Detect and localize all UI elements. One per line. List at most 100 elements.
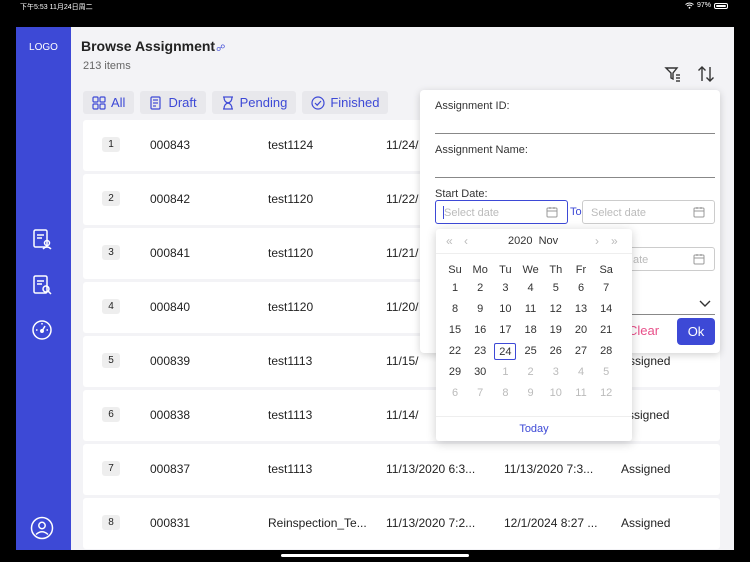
tab-all[interactable]: All bbox=[83, 91, 135, 114]
row-status: ssigned bbox=[628, 408, 670, 422]
calendar-day[interactable]: 5 bbox=[545, 280, 567, 297]
text-caret bbox=[443, 206, 444, 219]
calendar-day[interactable]: 10 bbox=[494, 301, 516, 318]
app-screen: LOGO Browse Assignment☍ 213 items All Dr… bbox=[16, 27, 734, 550]
row-name: test1124 bbox=[268, 138, 314, 152]
calendar-day: 1 bbox=[502, 366, 509, 378]
calendar-day: 8 bbox=[502, 387, 509, 399]
tab-draft[interactable]: Draft bbox=[140, 91, 206, 114]
hourglass-icon bbox=[222, 95, 233, 110]
table-row[interactable]: 7 000837 test1113 11/13/2020 6:3... 11/1… bbox=[83, 444, 720, 495]
row-start-date: 11/13/2020 7:2... bbox=[386, 516, 476, 530]
calendar-day: 6 bbox=[451, 387, 459, 399]
calendar-day[interactable]: 18 bbox=[520, 322, 542, 339]
calendar-month[interactable]: Nov bbox=[539, 235, 559, 247]
battery-fill bbox=[716, 4, 726, 7]
home-indicator bbox=[281, 554, 469, 557]
calendar-day-today[interactable]: 24 bbox=[494, 343, 517, 360]
row-name: test1120 bbox=[268, 246, 314, 260]
sidebar: LOGO bbox=[16, 27, 71, 550]
assignment-user-icon[interactable] bbox=[30, 227, 54, 251]
row-start-date: 11/21/ bbox=[386, 246, 419, 260]
calendar-day[interactable]: 7 bbox=[595, 280, 617, 297]
calendar-day[interactable]: 6 bbox=[570, 280, 592, 297]
calendar-day: 9 bbox=[527, 387, 534, 399]
date-picker-header: « ‹ 2020 Nov › » bbox=[436, 229, 632, 254]
start-date-to-input[interactable]: Select date bbox=[582, 200, 715, 224]
row-id: 000839 bbox=[150, 354, 191, 368]
calendar-day[interactable]: 2 bbox=[469, 280, 491, 297]
calendar-day[interactable]: 17 bbox=[494, 322, 516, 339]
calendar-day[interactable]: 13 bbox=[570, 301, 592, 318]
today-button[interactable]: Today bbox=[436, 416, 632, 441]
row-id: 000843 bbox=[150, 138, 191, 152]
calendar-day[interactable]: 14 bbox=[595, 301, 617, 318]
row-name: test1113 bbox=[268, 408, 313, 422]
calendar-day: 7 bbox=[477, 387, 484, 399]
weekday-label: We bbox=[522, 264, 539, 276]
start-date-from-input[interactable]: Select date bbox=[435, 200, 568, 224]
calendar-day[interactable]: 26 bbox=[545, 343, 567, 360]
document-icon bbox=[150, 95, 162, 110]
assignment-name-input[interactable] bbox=[435, 177, 715, 178]
status-select-underline bbox=[620, 314, 715, 315]
clear-button[interactable]: Clear bbox=[628, 323, 659, 338]
row-number: 3 bbox=[102, 245, 120, 260]
sort-icon[interactable] bbox=[697, 65, 715, 83]
tab-pending-label: Pending bbox=[239, 95, 288, 110]
calendar-day[interactable]: 3 bbox=[494, 280, 516, 297]
row-status: Assigned bbox=[621, 462, 671, 476]
assignment-id-input[interactable] bbox=[435, 133, 715, 134]
prev-year-button[interactable]: « bbox=[446, 234, 453, 248]
next-month-button[interactable]: › bbox=[595, 234, 599, 248]
calendar-day[interactable]: 8 bbox=[444, 301, 466, 318]
tab-pending[interactable]: Pending bbox=[211, 91, 297, 114]
row-end-date: 12/1/2024 8:27 ... bbox=[504, 516, 598, 530]
row-start-date: 11/15/ bbox=[386, 354, 419, 368]
row-number: 2 bbox=[102, 191, 120, 206]
calendar-day[interactable]: 27 bbox=[570, 343, 592, 360]
user-profile-icon[interactable] bbox=[30, 516, 54, 540]
calendar-day[interactable]: 23 bbox=[469, 343, 491, 360]
calendar-day[interactable]: 11 bbox=[520, 301, 542, 318]
calendar-icon bbox=[693, 254, 705, 265]
calendar-day[interactable]: 21 bbox=[595, 322, 617, 339]
calendar-day: 4 bbox=[577, 366, 585, 378]
weekday-label: Fr bbox=[575, 264, 587, 276]
calendar-day[interactable]: 16 bbox=[469, 322, 491, 339]
page-title: Browse Assignment☍ bbox=[81, 38, 225, 54]
filter-icon[interactable] bbox=[664, 65, 682, 83]
link-icon[interactable]: ☍ bbox=[216, 43, 225, 54]
calendar-day[interactable]: 25 bbox=[520, 343, 542, 360]
chevron-down-icon[interactable] bbox=[698, 298, 712, 310]
start-date-label: Start Date: bbox=[435, 188, 488, 200]
row-start-date: 11/13/2020 6:3... bbox=[386, 462, 476, 476]
calendar-day[interactable]: 29 bbox=[444, 364, 466, 381]
weekday-label: Su bbox=[448, 264, 462, 276]
calendar-day[interactable]: 22 bbox=[444, 343, 466, 360]
calendar-day[interactable]: 15 bbox=[444, 322, 466, 339]
calendar-day[interactable]: 9 bbox=[469, 301, 491, 318]
start-date-to-placeholder: Select date bbox=[591, 207, 647, 219]
calendar-day[interactable]: 1 bbox=[444, 280, 466, 297]
ok-button[interactable]: Ok bbox=[677, 318, 715, 345]
prev-month-button[interactable]: ‹ bbox=[464, 234, 468, 248]
calendar-day[interactable]: 20 bbox=[570, 322, 592, 339]
calendar-year[interactable]: 2020 bbox=[508, 235, 532, 247]
row-id: 000840 bbox=[150, 300, 191, 314]
calendar-day[interactable]: 12 bbox=[545, 301, 567, 318]
assignment-id-label: Assignment ID: bbox=[435, 100, 510, 112]
dashboard-gauge-icon[interactable] bbox=[30, 318, 54, 342]
assignment-search-icon[interactable] bbox=[30, 273, 54, 297]
tab-draft-label: Draft bbox=[168, 95, 197, 110]
tab-finished[interactable]: Finished bbox=[302, 91, 389, 114]
tab-finished-label: Finished bbox=[330, 95, 380, 110]
calendar-day[interactable]: 28 bbox=[595, 343, 617, 360]
calendar-day: 12 bbox=[600, 387, 613, 399]
calendar-day[interactable]: 4 bbox=[520, 280, 542, 297]
calendar-day[interactable]: 19 bbox=[545, 322, 567, 339]
calendar-day[interactable]: 30 bbox=[469, 364, 491, 381]
table-row[interactable]: 8 000831 Reinspection_Te... 11/13/2020 7… bbox=[83, 498, 720, 549]
next-year-button[interactable]: » bbox=[611, 234, 618, 248]
row-status: Assigned bbox=[621, 516, 671, 530]
